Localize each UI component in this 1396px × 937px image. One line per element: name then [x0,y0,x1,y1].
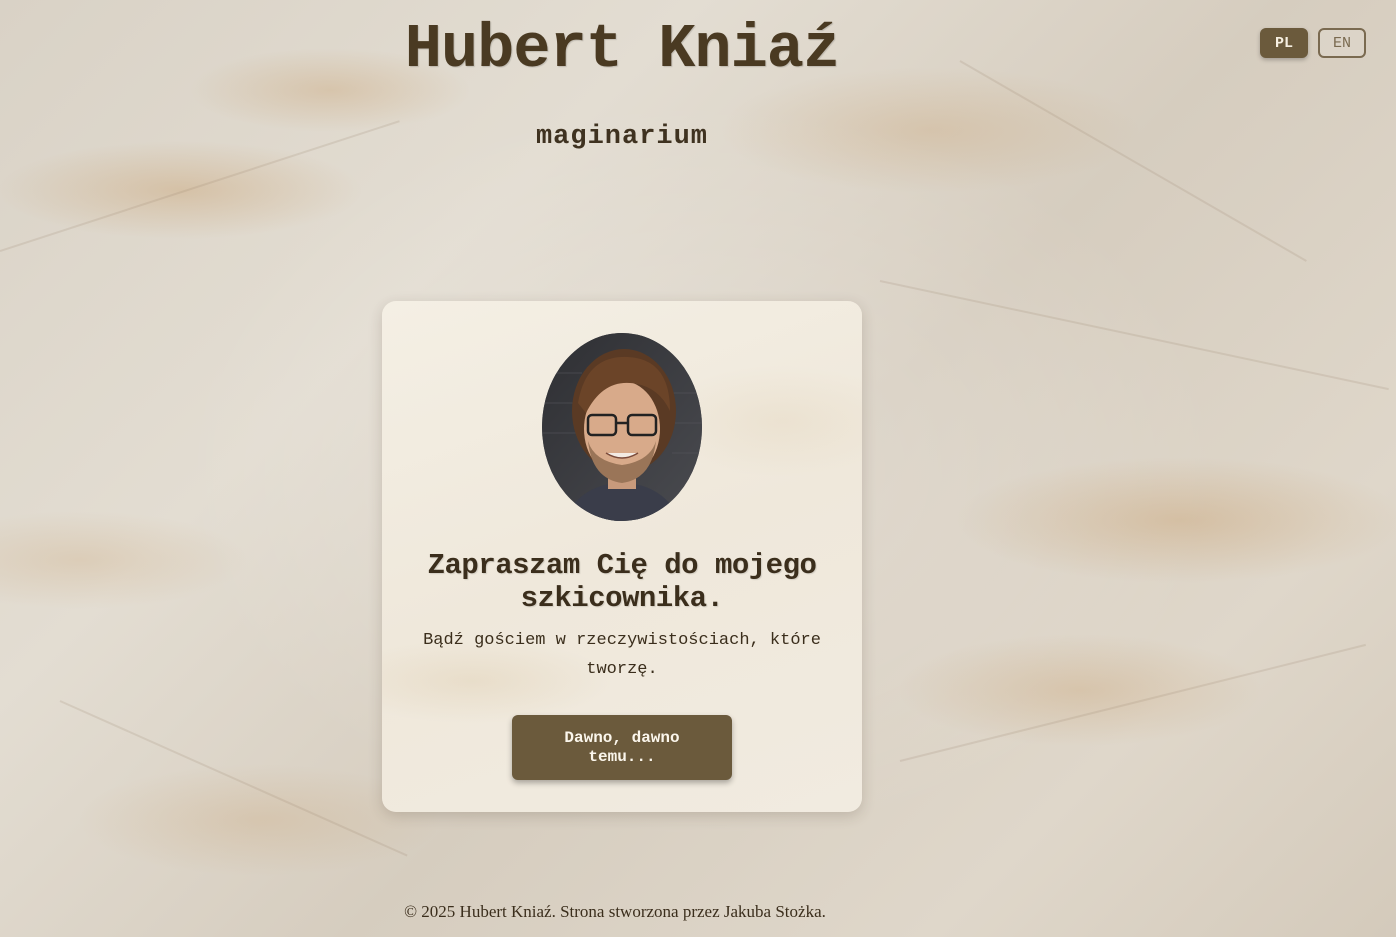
start-story-button[interactable]: Dawno, dawno temu... [512,715,732,780]
paper-crease [59,700,408,857]
site-title: Hubert Kniaź [404,14,840,85]
intro-card: Zapraszam Cię do mojego szkicownika. Bąd… [382,301,862,812]
paper-crease [899,643,1366,762]
language-en-button[interactable]: EN [1318,28,1366,58]
intro-lead: Bądź gościem w rzeczywistościach, które … [423,631,821,679]
site-subtitle: maginarium [535,122,709,152]
intro-headline: Zapraszam Cię do mojego szkicownika. [427,549,817,615]
avatar [542,333,702,521]
language-pl-button[interactable]: PL [1260,28,1308,58]
footer-copyright: © 2025 Hubert Kniaź. Strona stworzona pr… [404,902,826,921]
language-switch: PL EN [1260,28,1366,58]
paper-crease [959,60,1307,262]
paper-crease [879,280,1389,391]
portrait-photo-icon [542,333,702,521]
paper-crease [0,120,400,252]
